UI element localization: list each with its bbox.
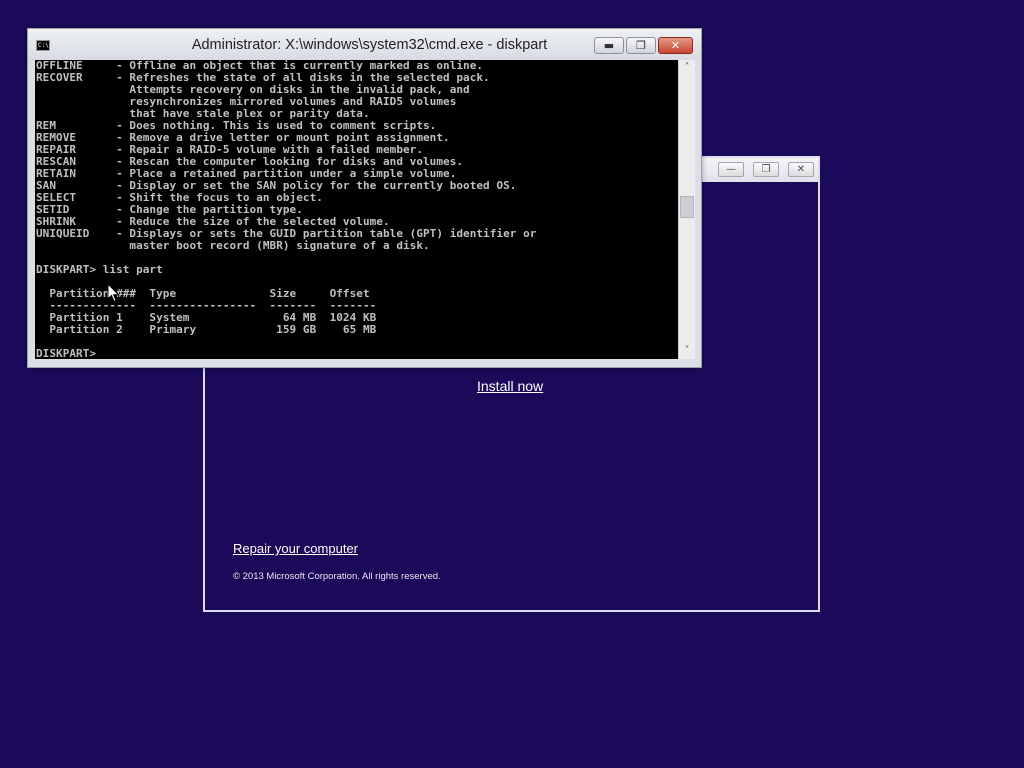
setup-minimize-button[interactable]: — [718,162,744,177]
vertical-scrollbar[interactable]: ˄ ˅ [678,60,695,359]
console-line: Partition 2 Primary 159 GB 65 MB [36,323,377,336]
scroll-up-arrow-icon[interactable]: ˄ [679,60,695,76]
install-now-button[interactable]: Install now [477,378,543,394]
console-text: OFFLINE - Offline an object that is curr… [35,60,678,359]
cmd-minimize-button[interactable]: ▬ [594,37,624,54]
setup-close-button[interactable]: ✕ [788,162,814,177]
copyright-text: © 2013 Microsoft Corporation. All rights… [233,571,441,582]
cmd-window: C:\ Administrator: X:\windows\system32\c… [27,28,702,368]
cmd-close-button[interactable]: ✕ [658,37,693,54]
scrollbar-thumb[interactable] [680,196,694,218]
console-line: DISKPART> [36,347,97,360]
repair-computer-link[interactable]: Repair your computer [233,541,358,556]
console-line: DISKPART> list part [36,263,163,276]
setup-maximize-button[interactable]: ❐ [753,162,779,177]
scroll-down-arrow-icon[interactable]: ˅ [679,343,695,359]
cmd-titlebar[interactable]: C:\ Administrator: X:\windows\system32\c… [28,29,701,60]
cmd-maximize-button[interactable]: ❐ [626,37,656,54]
console-output-area[interactable]: OFFLINE - Offline an object that is curr… [35,60,678,359]
mouse-cursor-icon [107,283,120,303]
console-line: master boot record (MBR) signature of a … [36,239,430,252]
